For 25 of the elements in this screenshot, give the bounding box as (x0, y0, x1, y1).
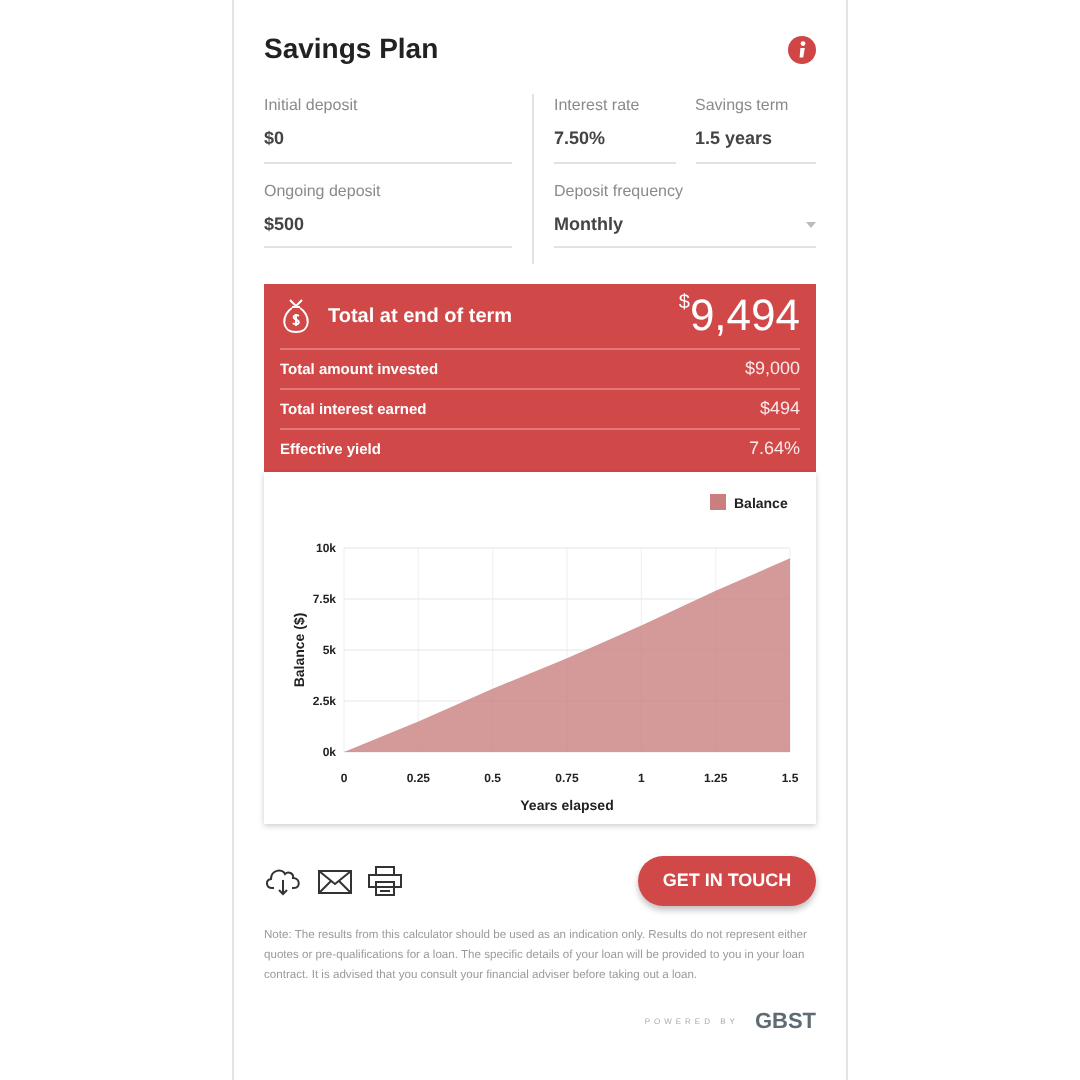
input-field[interactable]: $500 (264, 211, 512, 248)
field-label: Ongoing deposit (264, 179, 383, 203)
brand-logo: GBST (754, 1008, 816, 1038)
info-icon[interactable] (788, 35, 816, 63)
caret-icon (806, 221, 816, 228)
input-field[interactable]: 7.50% (554, 126, 675, 163)
input-field[interactable]: 1.5 years (695, 126, 816, 163)
field-label: Interest rate (554, 94, 642, 118)
summary-value: $494 (759, 395, 800, 422)
field-label: Initial deposit (264, 94, 360, 118)
field-label: Savings term (695, 94, 791, 118)
printer-icon[interactable] (368, 866, 402, 896)
summary-heading: Total at end of term (328, 303, 513, 331)
total-amount: $9,494 (678, 294, 800, 338)
summary-value: 7.64% (748, 436, 800, 463)
dropdown[interactable]: Monthly (554, 211, 816, 248)
field-label: Deposit frequency (554, 179, 685, 203)
summary-value: $9,000 (744, 355, 800, 382)
cloud-download-icon[interactable] (264, 866, 302, 896)
get-in-touch-button[interactable]: GET IN TOUCH (638, 856, 816, 906)
legend-swatch (710, 494, 726, 510)
input-field[interactable]: $0 (264, 126, 512, 163)
calculator-title: Savings Plan (264, 30, 439, 68)
mail-icon[interactable] (318, 869, 352, 893)
money-bag-icon (280, 298, 312, 334)
